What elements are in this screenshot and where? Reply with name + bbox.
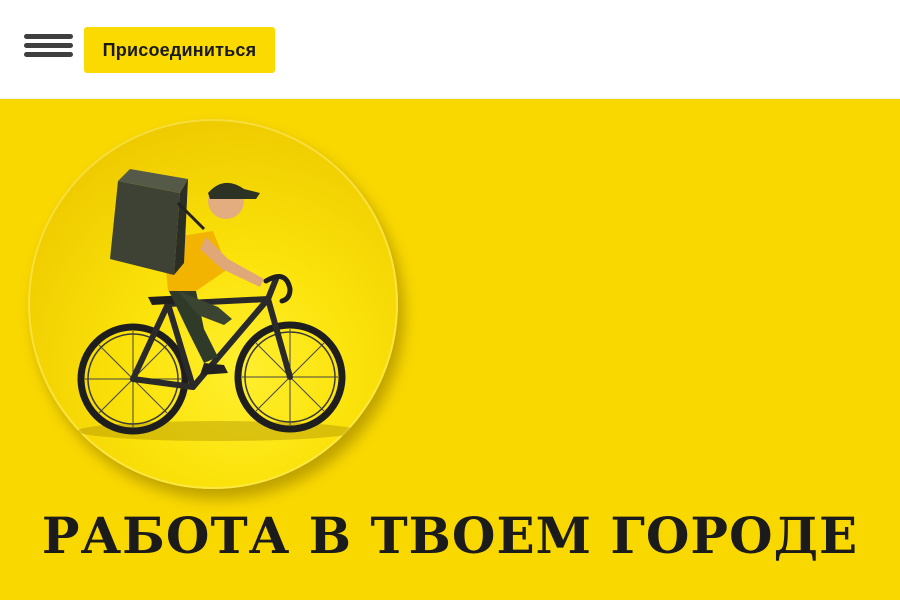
menu-bar (24, 43, 73, 48)
hero-illustration (28, 119, 398, 489)
hero-section: РАБОТА В ТВОЕМ ГОРОДЕ (0, 99, 900, 600)
menu-bar (24, 34, 73, 39)
menu-bar (24, 52, 73, 57)
hero-headline: РАБОТА В ТВОЕМ ГОРОДЕ (41, 506, 859, 565)
delivery-cyclist-icon (77, 169, 358, 441)
join-button[interactable]: Присоединиться (84, 27, 275, 73)
hamburger-menu-icon[interactable] (24, 33, 74, 65)
top-header: Присоединиться (0, 0, 900, 99)
